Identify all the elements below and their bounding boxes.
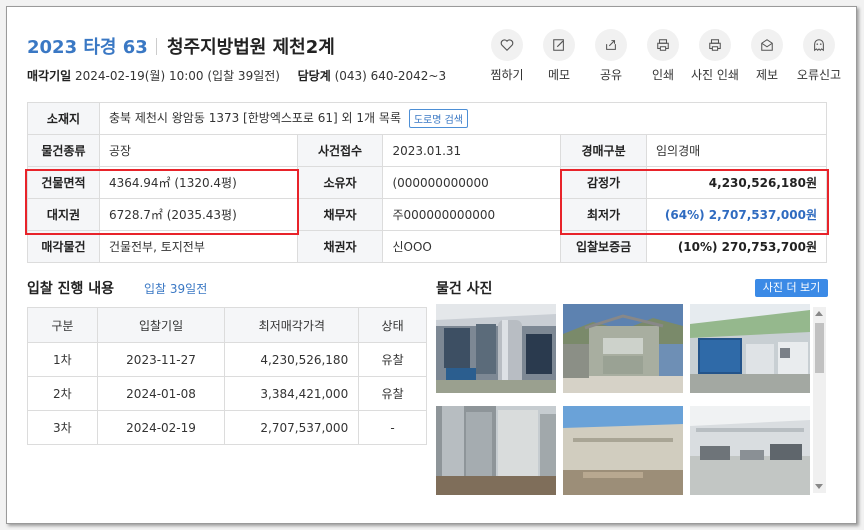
sale-date-value: 2024-02-19(월) 10:00 (입찰 39일전) bbox=[75, 69, 280, 83]
share-icon bbox=[606, 40, 616, 50]
status-cell: 유찰 bbox=[358, 376, 427, 411]
round-cell: 1차 bbox=[27, 342, 98, 377]
envelope-icon bbox=[761, 39, 773, 51]
sale-item-value: 건물전부, 토지전부 bbox=[98, 230, 298, 263]
info-row: 매각물건 건물전부, 토지전부 채권자 신OOO 입찰보증금 (10%) 270… bbox=[27, 230, 827, 263]
scroll-down-icon[interactable] bbox=[815, 484, 823, 489]
auction-kind-value: 임의경매 bbox=[646, 134, 827, 167]
table-row: 1차 2023-11-27 4,230,526,180 유찰 bbox=[27, 342, 427, 377]
sale-date-label: 매각기일 bbox=[27, 69, 72, 83]
table-row: 3차 2024-02-19 2,707,537,000 - bbox=[27, 410, 427, 445]
share-button[interactable]: 공유 bbox=[581, 29, 641, 83]
sale-item-label: 매각물건 bbox=[27, 230, 100, 263]
print-button[interactable]: 인쇄 bbox=[633, 29, 693, 83]
more-photos-button[interactable]: 사진 더 보기 bbox=[755, 279, 828, 297]
type-value: 공장 bbox=[98, 134, 298, 167]
auction-kind-label: 경매구분 bbox=[560, 134, 648, 167]
dept-phone: (043) 640-2042~3 bbox=[334, 69, 447, 83]
date-cell: 2024-02-19 bbox=[96, 410, 226, 445]
hvac-units-photo[interactable] bbox=[690, 304, 810, 393]
deposit-label: 입찰보증금 bbox=[560, 230, 648, 263]
pencil-icon bbox=[553, 39, 564, 51]
bid-history-table: 구분 입찰기일 최저매각가격 상태 1차 2023-11-27 4,230,52… bbox=[27, 307, 427, 445]
round-cell: 2차 bbox=[27, 376, 98, 411]
column-header: 입찰기일 bbox=[96, 307, 226, 343]
creditor-value: 신OOO bbox=[382, 230, 562, 263]
share-label: 공유 bbox=[599, 68, 623, 82]
owner-value: (000000000000 bbox=[382, 166, 562, 199]
dept-label: 담당계 bbox=[297, 69, 331, 83]
silo-exterior-photo[interactable] bbox=[436, 406, 556, 495]
error-report-button[interactable]: 오류신고 bbox=[789, 29, 849, 83]
debtor-value: 주000000000000 bbox=[382, 198, 562, 231]
price-cell: 4,230,526,180 bbox=[224, 342, 360, 377]
status-cell: 유찰 bbox=[358, 342, 427, 377]
date-cell: 2023-11-27 bbox=[96, 342, 226, 377]
price-highlight-box bbox=[560, 169, 829, 235]
area-highlight-box bbox=[25, 169, 299, 235]
price-cell: 3,384,421,000 bbox=[224, 376, 360, 411]
sale-meta: 매각기일 2024-02-19(월) 10:00 (입찰 39일전) 담당계 (… bbox=[27, 67, 446, 84]
scroll-up-icon[interactable] bbox=[815, 311, 823, 316]
debtor-label: 채무자 bbox=[296, 198, 384, 231]
column-header: 구분 bbox=[27, 307, 98, 343]
ghost-icon bbox=[814, 39, 824, 52]
photos-title: 물건 사진 bbox=[436, 281, 493, 297]
price-cell: 2,707,537,000 bbox=[224, 410, 360, 445]
type-label: 물건종류 bbox=[27, 134, 100, 167]
memo-button[interactable]: 메모 bbox=[529, 29, 589, 83]
title-divider bbox=[156, 38, 157, 55]
error-report-label: 오류신고 bbox=[796, 68, 842, 82]
print-label: 인쇄 bbox=[651, 68, 675, 82]
location-value: 충북 제천시 왕암동 1373 [한방엑스포로 61] 외 1개 목록 bbox=[108, 111, 401, 125]
location-cell: 충북 제천시 왕암동 1373 [한방엑스포로 61] 외 1개 목록 도로명 … bbox=[98, 102, 828, 135]
building-exterior-photo[interactable] bbox=[563, 304, 683, 393]
location-label: 소재지 bbox=[27, 102, 100, 135]
road-search-button[interactable]: 도로명 검색 bbox=[408, 109, 468, 128]
column-header: 상태 bbox=[358, 307, 427, 343]
creditor-label: 채권자 bbox=[296, 230, 384, 263]
deposit-value: (10%) 270,753,700원 bbox=[646, 230, 827, 263]
heart-icon bbox=[500, 39, 514, 52]
column-header: 최저매각가격 bbox=[224, 307, 360, 343]
warehouse-wall-photo[interactable] bbox=[563, 406, 683, 495]
status-cell: - bbox=[358, 410, 427, 445]
court-name: 청주지방법원 제천2계 bbox=[167, 37, 335, 58]
date-cell: 2024-01-08 bbox=[96, 376, 226, 411]
table-header-row: 구분 입찰기일 최저매각가격 상태 bbox=[27, 307, 427, 343]
info-row: 물건종류 공장 사건접수 2023.01.31 경매구분 임의경매 bbox=[27, 134, 827, 167]
empty-hall-photo[interactable] bbox=[690, 406, 810, 495]
bid-days-left: 입찰 39일전 bbox=[144, 282, 208, 296]
info-row: 소재지 충북 제천시 왕암동 1373 [한방엑스포로 61] 외 1개 목록 … bbox=[27, 102, 828, 135]
memo-label: 메모 bbox=[547, 68, 571, 82]
printer-icon bbox=[709, 39, 721, 51]
printer-icon bbox=[657, 39, 669, 51]
owner-label: 소유자 bbox=[296, 166, 384, 199]
photo-print-button[interactable]: 사진 인쇄 bbox=[685, 29, 745, 83]
round-cell: 3차 bbox=[27, 410, 98, 445]
bid-history-title: 입찰 진행 내용 bbox=[27, 281, 115, 297]
report-button[interactable]: 제보 bbox=[737, 29, 797, 83]
factory-interior-photo[interactable] bbox=[436, 304, 556, 393]
photo-scrollbar[interactable] bbox=[813, 307, 826, 493]
case-number: 2023 타경 63 bbox=[27, 37, 148, 58]
table-row: 2차 2024-01-08 3,384,421,000 유찰 bbox=[27, 376, 427, 411]
favorite-button[interactable]: 찜하기 bbox=[477, 29, 537, 83]
photo-print-label: 사진 인쇄 bbox=[691, 68, 739, 82]
report-label: 제보 bbox=[755, 68, 779, 82]
auction-detail-card: 2023 타경 63 청주지방법원 제천2계 매각기일 2024-02-19(월… bbox=[6, 6, 857, 524]
favorite-label: 찜하기 bbox=[490, 68, 524, 82]
filed-label: 사건접수 bbox=[296, 134, 384, 167]
filed-value: 2023.01.31 bbox=[382, 134, 562, 167]
scroll-thumb[interactable] bbox=[815, 323, 824, 373]
